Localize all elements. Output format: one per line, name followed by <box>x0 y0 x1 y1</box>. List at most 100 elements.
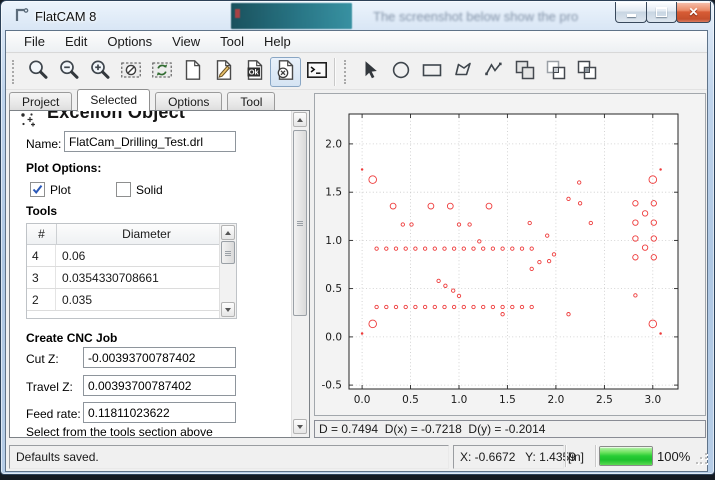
draw-polyline-button[interactable] <box>478 57 509 87</box>
tool-number: 2 <box>27 289 56 310</box>
shell-button[interactable] <box>301 57 332 87</box>
app-window: FlatCAM 8 The screenshot below show the … <box>0 0 715 475</box>
draw-polygon-button[interactable] <box>447 57 478 87</box>
table-scroll-down-icon[interactable] <box>221 302 235 317</box>
tool-row[interactable]: 40.06 <box>27 245 221 267</box>
tab-bar: Project Selected Options Tool <box>9 89 280 111</box>
plot-canvas[interactable]: 0.00.51.01.52.02.53.0-0.50.00.51.01.52.0 <box>314 93 706 416</box>
measure-readout: D = 0.7494 D(x) = -0.7218 D(y) = -0.2014 <box>314 420 706 438</box>
coordinates-readout: X: -0.6672 Y: 1.4359 <box>453 445 564 469</box>
svg-text:1.0: 1.0 <box>325 235 342 247</box>
draw-rectangle-icon <box>420 58 444 85</box>
svg-text:2.5: 2.5 <box>596 394 613 406</box>
toolbar-grip[interactable] <box>12 60 18 84</box>
tool-row[interactable]: 20.035 <box>27 289 221 311</box>
zoom-in-button[interactable] <box>84 57 115 87</box>
status-separator <box>565 445 567 467</box>
clear-plot-icon <box>119 58 143 85</box>
draw-polygon-icon <box>451 58 475 85</box>
menu-file[interactable]: File <box>14 32 55 51</box>
col-header-diameter[interactable]: Diameter <box>57 224 236 244</box>
replot-button[interactable] <box>146 57 177 87</box>
shape-union-button[interactable] <box>509 57 540 87</box>
clear-plot-button[interactable] <box>115 57 146 87</box>
tools-label: Tools <box>26 204 57 218</box>
solid-checkbox-label: Solid <box>136 183 163 197</box>
svg-text:2.0: 2.0 <box>325 138 342 150</box>
progress-bar <box>599 446 653 466</box>
draw-polyline-icon <box>482 58 506 85</box>
resize-grip[interactable] <box>696 453 708 465</box>
tool-diameter: 0.06 <box>56 249 85 263</box>
svg-text:1.5: 1.5 <box>499 394 516 406</box>
menu-edit[interactable]: Edit <box>55 32 97 51</box>
name-label: Name: <box>26 137 61 151</box>
select-tool-icon <box>358 58 382 85</box>
solid-checkbox[interactable] <box>116 182 131 197</box>
app-logo-icon <box>12 6 30 27</box>
table-scroll-up-icon[interactable] <box>221 225 235 240</box>
feed-rate-input[interactable] <box>83 402 236 423</box>
tab-options[interactable]: Options <box>155 92 222 111</box>
cut-z-input[interactable] <box>83 347 236 368</box>
name-input[interactable] <box>64 131 236 152</box>
tools-table[interactable]: # Diameter 40.0630.035433070866120.035 <box>26 223 237 319</box>
maximize-button[interactable] <box>646 2 677 23</box>
menu-help[interactable]: Help <box>254 32 301 51</box>
maximize-icon <box>656 7 667 17</box>
tab-project[interactable]: Project <box>9 92 72 111</box>
tab-selected[interactable]: Selected <box>77 89 150 111</box>
svg-text:0.5: 0.5 <box>402 394 419 406</box>
draw-circle-button[interactable] <box>385 57 416 87</box>
minimize-button[interactable] <box>615 2 647 23</box>
window-title: FlatCAM 8 <box>35 9 96 24</box>
travel-z-input[interactable] <box>83 375 236 396</box>
select-tool-button[interactable] <box>354 57 385 87</box>
table-scrollbar[interactable] <box>219 224 236 318</box>
progress-fill <box>600 447 652 465</box>
table-scroll-thumb[interactable] <box>221 241 235 264</box>
titlebar[interactable]: FlatCAM 8 The screenshot below show the … <box>1 1 714 30</box>
toolbar-grip[interactable] <box>344 60 350 84</box>
background-bleed-text: The screenshot below show the pro <box>373 9 609 24</box>
col-header-number[interactable]: # <box>27 224 57 244</box>
feed-rate-label: Feed rate: <box>26 407 81 421</box>
menu-tool[interactable]: Tool <box>210 32 254 51</box>
cancel-file-icon <box>274 58 298 85</box>
zoom-out-icon <box>57 58 81 85</box>
svg-text:-0.5: -0.5 <box>322 380 343 392</box>
draw-rectangle-button[interactable] <box>416 57 447 87</box>
menu-options[interactable]: Options <box>97 32 162 51</box>
shape-intersect-button[interactable] <box>571 57 602 87</box>
tab-tool[interactable]: Tool <box>227 92 275 111</box>
toolbar-separator <box>334 58 336 86</box>
plot-checkbox[interactable] <box>30 182 45 197</box>
panel-scroll-up-icon[interactable] <box>293 112 307 127</box>
new-file-icon <box>181 58 205 85</box>
progress-label: 100% <box>657 449 690 464</box>
zoom-out-button[interactable] <box>53 57 84 87</box>
panel-scroll-down-icon[interactable] <box>293 419 307 434</box>
new-file-button[interactable] <box>177 57 208 87</box>
accept-file-button[interactable]: Ok <box>239 57 270 87</box>
tools-hint: Select from the tools section above <box>26 425 213 438</box>
plot-options-label: Plot Options: <box>26 161 101 175</box>
shape-subtract-button[interactable] <box>540 57 571 87</box>
tool-row[interactable]: 30.0354330708661 <box>27 267 221 289</box>
accept-file-icon: Ok <box>243 58 267 85</box>
menu-view[interactable]: View <box>162 32 210 51</box>
svg-text:Ok: Ok <box>248 68 259 77</box>
shape-intersect-icon <box>575 58 599 85</box>
close-button[interactable]: ✕ <box>676 2 711 23</box>
shape-subtract-icon <box>544 58 568 85</box>
replot-icon <box>150 58 174 85</box>
zoom-fit-button[interactable] <box>22 57 53 87</box>
cnc-section-label: Create CNC Job <box>26 331 117 345</box>
edit-file-button[interactable] <box>208 57 239 87</box>
draw-circle-icon <box>389 58 413 85</box>
panel-scrollbar[interactable] <box>291 111 309 437</box>
menubar: FileEditOptionsViewToolHelp <box>6 31 707 53</box>
panel-scroll-thumb[interactable] <box>293 130 307 316</box>
cancel-file-button[interactable] <box>270 57 301 87</box>
edit-file-icon <box>212 58 236 85</box>
